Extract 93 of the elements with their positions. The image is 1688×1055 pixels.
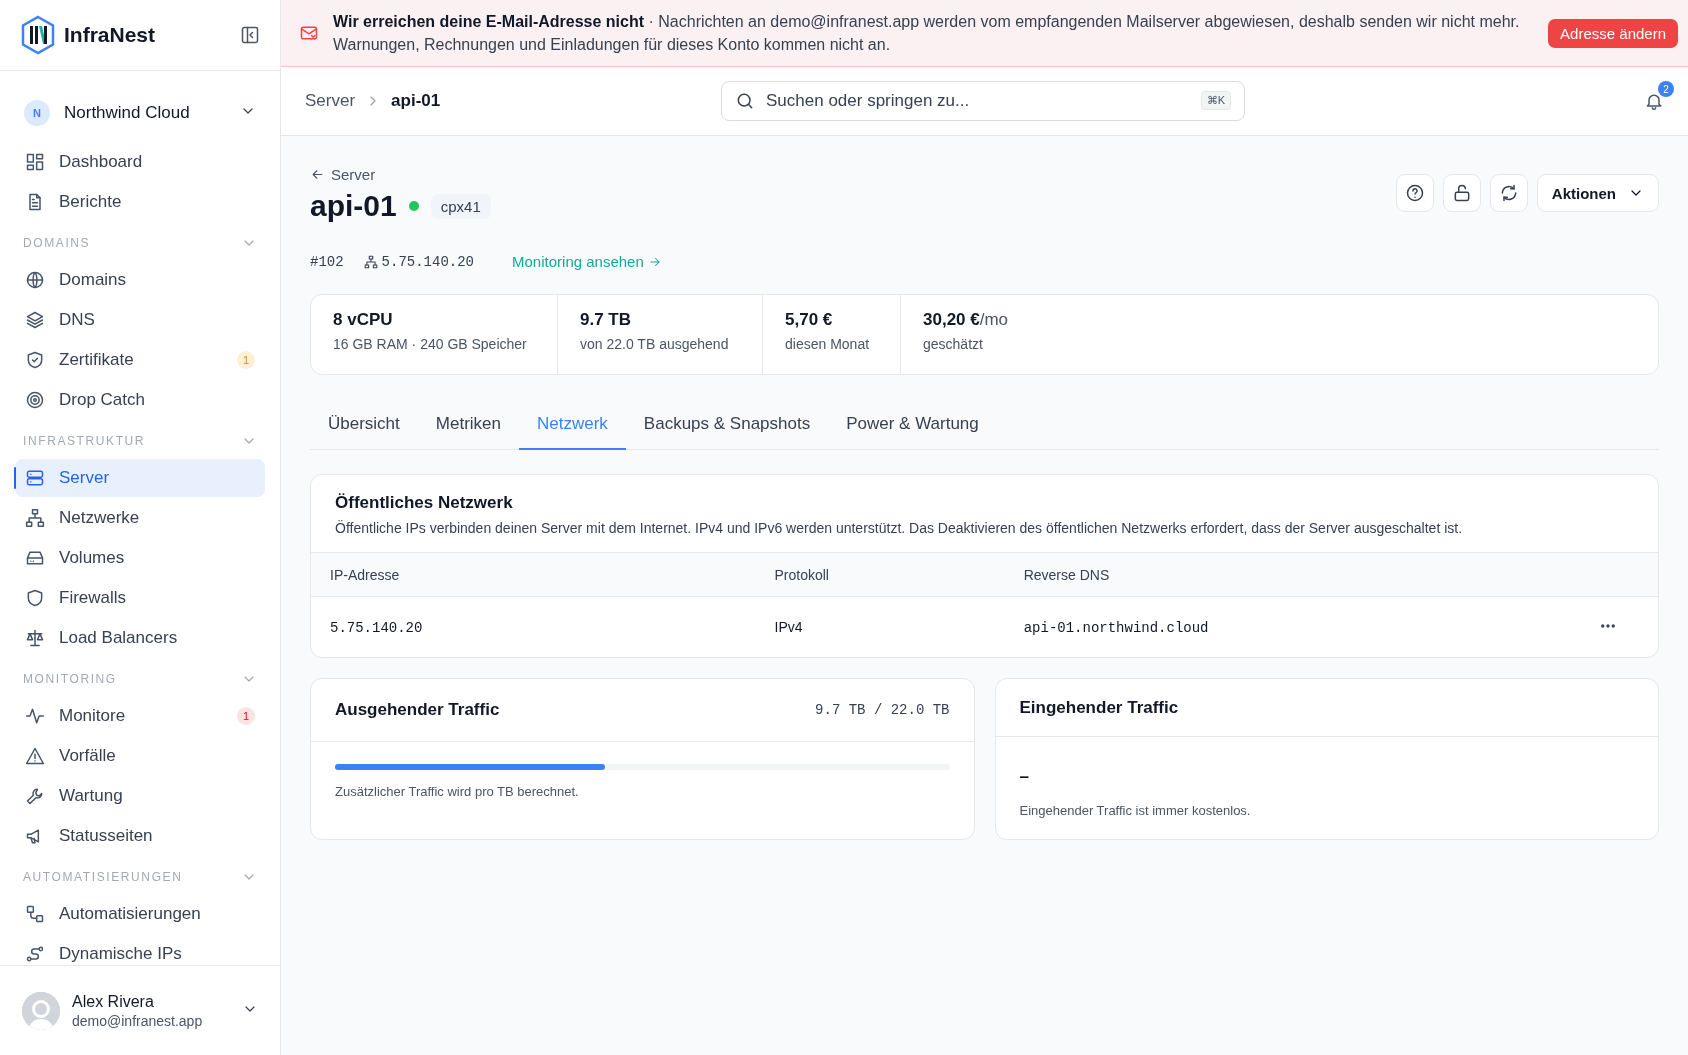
notification-badge: 2 <box>1658 81 1674 97</box>
tab[interactable]: Backups & Snapshots <box>625 403 829 450</box>
sidebar-item[interactable]: Dashboard <box>15 143 265 181</box>
traffic-note: Eingehender Traffic ist immer kostenlos. <box>1019 803 1252 818</box>
sidebar-item[interactable]: Volumes <box>15 539 265 577</box>
sidebar-item[interactable]: Automatisierungen <box>15 895 265 933</box>
sidebar-item[interactable]: Drop Catch <box>15 381 265 419</box>
sidebar-item[interactable]: Server <box>15 459 265 497</box>
card-title: Eingehender Traffic <box>1019 697 1180 718</box>
search-icon <box>735 91 755 111</box>
actions-button[interactable]: Aktionen <box>1536 174 1659 212</box>
server-icon <box>25 468 45 488</box>
stat-value: 8 vCPU <box>333 310 394 330</box>
wrench-icon <box>25 786 45 806</box>
scale-icon <box>25 628 45 648</box>
sidebar-toggle-icon <box>240 25 260 45</box>
shield-icon <box>25 588 45 608</box>
mail-error-icon <box>299 23 319 43</box>
card-title: Ausgehender Traffic <box>335 700 501 720</box>
warning-icon <box>25 746 45 766</box>
network-icon <box>25 508 45 528</box>
stat-value: 30,20 €/mo <box>923 310 1010 330</box>
workspace-switcher[interactable]: N Northwind Cloud <box>16 93 264 133</box>
traffic-value: – <box>1019 767 1029 786</box>
tab[interactable]: Netzwerk <box>519 403 626 450</box>
refresh-button[interactable] <box>1489 174 1528 212</box>
sidebar-item[interactable]: Vorfälle <box>15 737 265 775</box>
stat-caption: geschätzt <box>923 336 984 352</box>
lock-button[interactable] <box>1442 174 1481 212</box>
breadcrumb-item: api-01 <box>391 91 441 111</box>
sidebar-item[interactable]: Dynamische IPs <box>15 935 265 965</box>
globe-icon <box>25 270 45 290</box>
tab[interactable]: Power & Wartung <box>828 403 997 450</box>
logo-icon <box>20 15 56 55</box>
column-header: IP-Adresse <box>330 566 400 583</box>
section-heading: INFRASTRUKTUR <box>23 434 147 448</box>
dashboard-icon <box>25 152 45 172</box>
brand-name: InfraNest <box>64 23 157 47</box>
arrow-left-icon <box>310 167 325 182</box>
hard-drive-icon <box>25 548 45 568</box>
help-button[interactable] <box>1395 174 1434 212</box>
section-heading: MONITORING <box>23 672 118 686</box>
count-badge: 1 <box>237 351 255 369</box>
route-icon <box>25 944 45 964</box>
section-heading: AUTOMATISIERUNGEN <box>23 870 184 884</box>
server-type-tag: cpx41 <box>430 193 491 219</box>
breadcrumb-item[interactable]: Server <box>305 91 356 111</box>
card-description: Öffentliche IPs verbinden deinen Server mit dem Internet. IPv4 und IPv6 werden unterstützt. Das Deaktivieren des öffentlichen Netzwerks erfordert, dass der Server ausgeschaltet ist. <box>335 520 1464 536</box>
sidebar-item[interactable]: Zertifikate 1 <box>15 341 265 379</box>
stat-caption: von 22.0 TB ausgehend <box>580 336 730 352</box>
table-cell: IPv4 <box>774 619 803 635</box>
sidebar-item[interactable]: Berichte <box>15 183 265 221</box>
sidebar-item[interactable]: Statusseiten <box>15 817 265 855</box>
table-cell: api-01.northwind.cloud <box>1023 619 1209 636</box>
help-icon <box>1404 183 1425 203</box>
alert-message: Wir erreichen deine E-Mail-Adresse nicht · Nachrichten an demo@infranest.app werden vom empfangenden Mailserver abgewiesen, deshalb senden wir nicht mehr. Warnungen, Rechnungen und Einladungen für dieses Konto kommen nicht an. <box>333 12 1521 55</box>
workspace-avatar: N <box>24 100 50 126</box>
sidebar-item[interactable]: Domains <box>15 261 265 299</box>
sidebar-item[interactable]: DNS <box>15 301 265 339</box>
stat-caption: diesen Monat <box>785 336 871 352</box>
layers-icon <box>25 310 45 330</box>
ip-address: 5.75.140.20 <box>381 253 475 270</box>
server-name: api-01 <box>310 189 397 223</box>
sidebar-item[interactable]: Load Balancers <box>15 619 265 657</box>
card-title: Öffentliches Netzwerk <box>335 493 514 513</box>
count-badge: 1 <box>237 707 255 725</box>
back-link[interactable]: Server <box>310 166 1396 183</box>
tab[interactable]: Metriken <box>417 403 519 450</box>
section-heading: DOMAINS <box>23 236 92 250</box>
sidebar-item[interactable]: Wartung <box>15 777 265 815</box>
stat-value: 9.7 TB <box>580 310 633 330</box>
pulse-icon <box>25 706 45 726</box>
user-email: demo@infranest.app <box>72 1012 204 1029</box>
traffic-reading: 9.7 TB / 22.0 TB <box>815 702 950 718</box>
target-icon <box>25 390 45 410</box>
workflow-icon <box>25 904 45 924</box>
stat-value: 5,70 € <box>785 310 834 330</box>
shortcut-hint: ⌘K <box>1200 91 1231 110</box>
sidebar-item[interactable]: Netzwerke <box>15 499 265 537</box>
change-address-button[interactable]: Adresse ändern <box>1548 18 1678 48</box>
network-icon <box>363 254 378 269</box>
stat-caption: 16 GB RAM · 240 GB Speicher <box>333 336 528 352</box>
avatar-icon <box>22 991 60 1030</box>
column-header: Reverse DNS <box>1023 566 1110 583</box>
user-name: Alex Rivera <box>72 992 155 1011</box>
sidebar-item[interactable]: Monitore 1 <box>15 697 265 735</box>
column-header: Protokoll <box>774 566 829 583</box>
traffic-note: Zusätzlicher Traffic wird pro TB berechnet. <box>335 784 580 799</box>
shield-check-icon <box>25 350 45 370</box>
server-id: #102 <box>310 253 344 270</box>
sidebar-item[interactable]: Firewalls <box>15 579 265 617</box>
table-cell: 5.75.140.20 <box>330 619 423 636</box>
tab[interactable]: Übersicht <box>310 403 418 450</box>
